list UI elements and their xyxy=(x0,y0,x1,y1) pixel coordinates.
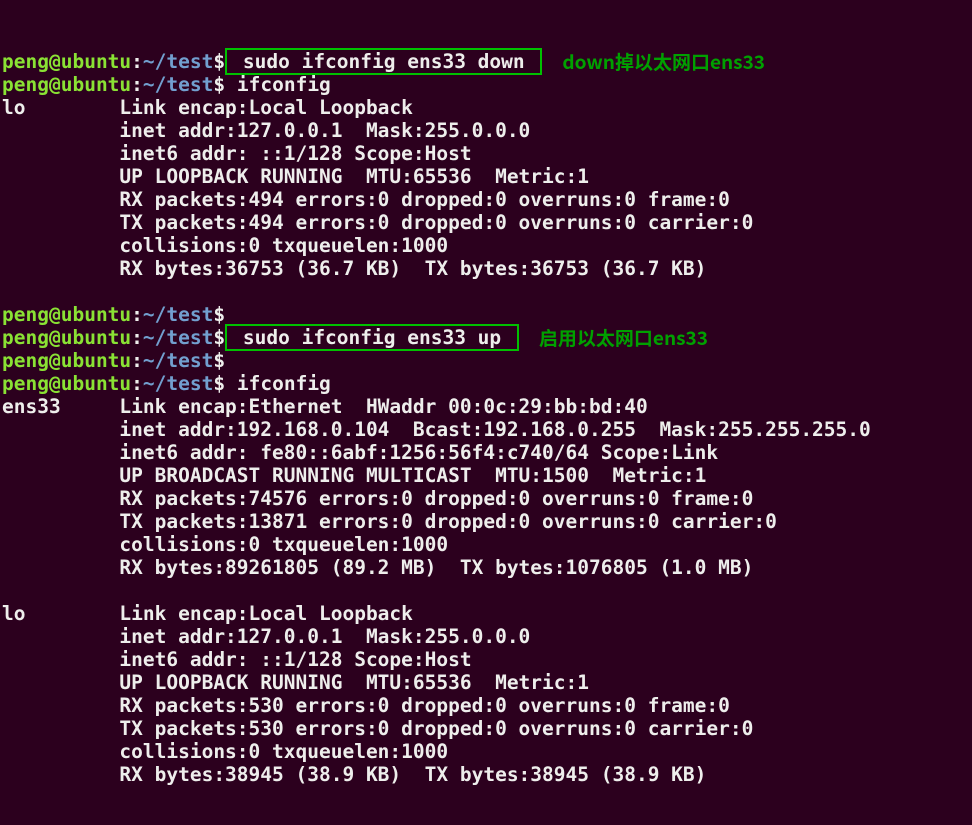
prompt-line[interactable]: peng@ubuntu:~/test$ sudo ifconfig ens33 … xyxy=(2,50,970,73)
prompt-line[interactable]: peng@ubuntu:~/test$ ifconfig xyxy=(2,372,970,395)
path-slash: / xyxy=(155,50,167,73)
output-line: inet addr:127.0.0.1 Mask:255.0.0.0 xyxy=(2,119,970,142)
cmd-ifconfig-down: sudo ifconfig ens33 down xyxy=(227,50,540,73)
ifconfig-output-lo: lo Link encap:Local Loopback inet addr:1… xyxy=(2,96,970,303)
output-line: TX packets:530 errors:0 dropped:0 overru… xyxy=(2,717,970,740)
prompt-line[interactable]: peng@ubuntu:~/test$ ifconfig xyxy=(2,73,970,96)
blank-line xyxy=(2,280,970,303)
highlight-box-down: sudo ifconfig ens33 down xyxy=(225,48,542,75)
host: ubuntu xyxy=(61,50,131,73)
annotation-down: down掉以太网口ens33 xyxy=(542,50,765,73)
output-line: RX bytes:36753 (36.7 KB) TX bytes:36753 … xyxy=(2,257,970,280)
output-line: ens33 Link encap:Ethernet HWaddr 00:0c:2… xyxy=(2,395,970,418)
output-line: RX bytes:38945 (38.9 KB) TX bytes:38945 … xyxy=(2,763,970,786)
dollar: $ xyxy=(213,50,225,73)
output-line: inet addr:192.168.0.104 Bcast:192.168.0.… xyxy=(2,418,970,441)
cmd-ifconfig-up: sudo ifconfig ens33 up xyxy=(227,326,517,349)
cmd-ifconfig: ifconfig xyxy=(225,372,331,395)
prompt-line-empty[interactable]: peng@ubuntu:~/test$ xyxy=(2,349,970,372)
output-line: UP LOOPBACK RUNNING MTU:65536 Metric:1 xyxy=(2,671,970,694)
annotation-up: 启用以太网口ens33 xyxy=(519,326,708,349)
ifconfig-output-full: ens33 Link encap:Ethernet HWaddr 00:0c:2… xyxy=(2,395,970,809)
output-line: collisions:0 txqueuelen:1000 xyxy=(2,533,970,556)
output-line: RX packets:74576 errors:0 dropped:0 over… xyxy=(2,487,970,510)
output-line: TX packets:13871 errors:0 dropped:0 over… xyxy=(2,510,970,533)
output-line: inet6 addr: ::1/128 Scope:Host xyxy=(2,648,970,671)
output-line: UP LOOPBACK RUNNING MTU:65536 Metric:1 xyxy=(2,165,970,188)
output-line: collisions:0 txqueuelen:1000 xyxy=(2,740,970,763)
cwd: test xyxy=(166,50,213,73)
output-line: UP BROADCAST RUNNING MULTICAST MTU:1500 … xyxy=(2,464,970,487)
at-sign: @ xyxy=(49,50,61,73)
output-line: RX packets:494 errors:0 dropped:0 overru… xyxy=(2,188,970,211)
blank-line xyxy=(2,579,970,602)
user: peng xyxy=(2,50,49,73)
terminal-output: peng@ubuntu:~/test$ sudo ifconfig ens33 … xyxy=(0,0,972,815)
blank-line xyxy=(2,786,970,809)
tilde: ~ xyxy=(143,50,155,73)
output-line: inet addr:127.0.0.1 Mask:255.0.0.0 xyxy=(2,625,970,648)
prompt-line[interactable]: peng@ubuntu:~/test$ sudo ifconfig ens33 … xyxy=(2,326,970,349)
output-line: inet6 addr: fe80::6abf:1256:56f4:c740/64… xyxy=(2,441,970,464)
prompt-line-empty[interactable]: peng@ubuntu:~/test$ xyxy=(2,303,970,326)
output-line: RX packets:530 errors:0 dropped:0 overru… xyxy=(2,694,970,717)
highlight-box-up: sudo ifconfig ens33 up xyxy=(225,324,519,351)
output-line: lo Link encap:Local Loopback xyxy=(2,602,970,625)
output-line: RX bytes:89261805 (89.2 MB) TX bytes:107… xyxy=(2,556,970,579)
output-line: lo Link encap:Local Loopback xyxy=(2,96,970,119)
output-line: TX packets:494 errors:0 dropped:0 overru… xyxy=(2,211,970,234)
cmd-ifconfig: ifconfig xyxy=(225,73,331,96)
colon: : xyxy=(131,50,143,73)
output-line: inet6 addr: ::1/128 Scope:Host xyxy=(2,142,970,165)
output-line: collisions:0 txqueuelen:1000 xyxy=(2,234,970,257)
